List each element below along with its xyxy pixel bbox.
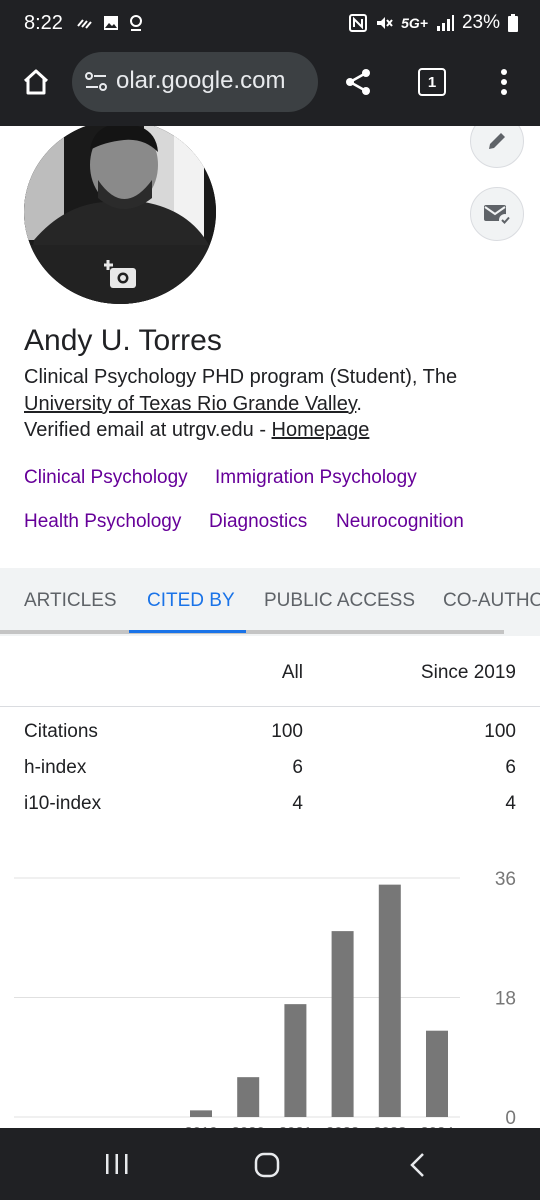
interest-link[interactable]: Health Psychology <box>24 511 181 533</box>
interest-link[interactable]: Clinical Psychology <box>24 467 188 489</box>
tab-public-access[interactable]: PUBLIC ACCESS <box>264 590 415 612</box>
row-value-since: 4 <box>505 793 516 814</box>
battery-icon <box>508 14 518 32</box>
add-photo-icon[interactable] <box>104 260 138 290</box>
profile-affiliation: Clinical Psychology PHD program (Student… <box>24 364 524 418</box>
back-icon[interactable] <box>408 1152 428 1178</box>
data-transfer-icon <box>77 19 92 29</box>
chart-bar <box>426 1030 448 1117</box>
row-value-since: 6 <box>505 757 516 778</box>
status-icons-right: 5G+ 23% <box>349 12 518 34</box>
row-label: Citations <box>24 721 98 742</box>
page-content: Andy U. Torres Clinical Psychology PHD p… <box>0 126 540 1128</box>
tab-count-box: 1 <box>418 68 446 96</box>
homepage-link[interactable]: Homepage <box>272 419 370 441</box>
nfc-icon <box>349 14 368 32</box>
tabs-scroll-track <box>0 630 504 634</box>
pencil-icon <box>489 133 505 149</box>
share-button[interactable] <box>336 60 380 104</box>
mail-check-icon <box>484 205 511 226</box>
more-vert-icon <box>501 69 507 95</box>
gallery-icon <box>104 16 118 30</box>
network-type: 5G+ <box>401 15 428 31</box>
address-bar[interactable]: olar.google.com <box>72 52 318 112</box>
overflow-menu-button[interactable] <box>484 60 524 104</box>
affiliation-link[interactable]: University of Texas Rio Grande Valley <box>24 393 356 415</box>
affiliation-text: Clinical Psychology PHD program (Student… <box>24 366 458 388</box>
verified-email: Verified email at utrgv.edu - Homepage <box>24 419 369 442</box>
tab-switcher-button[interactable]: 1 <box>410 60 454 104</box>
status-bar: 8:22 5G+ 23% <box>0 0 540 52</box>
location-icon <box>130 15 142 31</box>
tab-count: 1 <box>427 73 437 91</box>
row-label: i10-index <box>24 793 102 814</box>
chart-y-tick-label: 18 <box>495 989 516 1010</box>
signal-icon <box>436 15 454 31</box>
row-value-since: 100 <box>484 721 516 742</box>
row-label: h-index <box>24 757 87 778</box>
mute-icon <box>377 17 393 29</box>
column-header-all: All <box>281 662 303 683</box>
interest-link[interactable]: Neurocognition <box>336 511 464 533</box>
email-alert-button[interactable] <box>470 187 524 241</box>
table-row: i10-index 4 4 <box>0 793 540 823</box>
table-divider <box>0 706 540 707</box>
citations-bar-chart: 36180201920202021202220232024 <box>14 869 516 1128</box>
tab-articles[interactable]: ARTICLES <box>24 590 117 612</box>
row-value-all: 6 <box>292 757 303 778</box>
status-icons-left <box>76 14 144 32</box>
interest-link[interactable]: Immigration Psychology <box>215 467 417 489</box>
chart-bar <box>190 1110 212 1117</box>
chart-bar <box>378 884 401 1117</box>
browser-toolbar: olar.google.com 1 <box>0 52 540 126</box>
column-header-since: Since 2019 <box>420 662 516 683</box>
tab-cited-by[interactable]: CITED BY <box>147 590 235 612</box>
chart-y-tick-label: 36 <box>495 869 516 890</box>
edit-profile-button[interactable] <box>470 126 524 168</box>
site-settings-icon[interactable] <box>84 70 108 94</box>
row-value-all: 4 <box>292 793 303 814</box>
affiliation-suffix: . <box>356 393 362 415</box>
home-button[interactable] <box>14 60 58 104</box>
home-nav-icon[interactable] <box>254 1152 280 1178</box>
table-row: h-index 6 6 <box>0 757 540 787</box>
profile-tabs: ARTICLES CITED BY PUBLIC ACCESS CO-AUTHO <box>0 568 540 636</box>
chart-bar <box>284 1004 307 1117</box>
chart-bar <box>237 1077 260 1117</box>
verified-email-text: Verified email at utrgv.edu - <box>24 419 272 441</box>
status-time: 8:22 <box>24 12 63 34</box>
interest-link[interactable]: Diagnostics <box>209 511 307 533</box>
active-tab-indicator <box>129 630 246 633</box>
table-row: Citations 100 100 <box>0 721 540 751</box>
chart-y-tick-label: 0 <box>505 1108 516 1128</box>
url-text: olar.google.com <box>116 67 286 94</box>
tab-co-authors[interactable]: CO-AUTHO <box>443 590 540 612</box>
row-value-all: 100 <box>271 721 303 742</box>
share-icon <box>346 69 370 95</box>
battery-percent: 23% <box>461 12 500 33</box>
chart-bar <box>331 931 354 1117</box>
home-icon <box>23 69 49 95</box>
profile-name: Andy U. Torres <box>24 324 222 357</box>
recent-apps-icon[interactable] <box>104 1152 130 1176</box>
profile-photo[interactable] <box>24 126 216 304</box>
system-nav-bar <box>0 1128 540 1200</box>
